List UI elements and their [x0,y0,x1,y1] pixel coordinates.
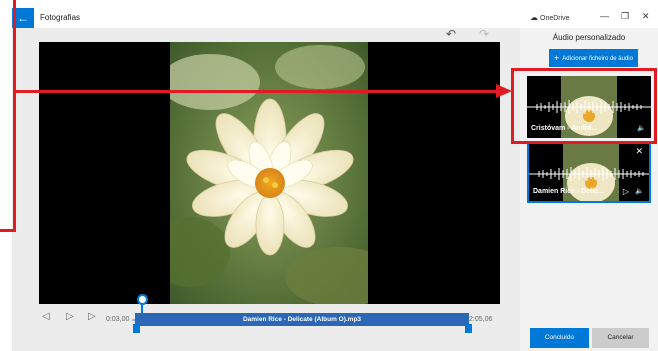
next-frame-icon[interactable]: ▷ [88,311,96,322]
undo-icon[interactable]: ↶ [446,27,456,41]
close-window-icon[interactable]: ✕ [642,11,650,22]
audio-track-tile[interactable]: Cristóvam - Andrá... 🔈 [527,76,651,138]
photos-window: ← Fotografias ↶ ↷ ◁ ▷ ▷ 0:03,00 Damien R… [12,8,658,351]
panel-title-bar: ☁ OneDrive — ❐ ✕ [520,8,658,28]
add-audio-label: Adicionar ficheiro de áudio [562,56,633,62]
volume-icon[interactable]: 🔈 [635,187,644,195]
audio-track-tile-selected[interactable]: ✕ Damien Rice - Delic... ▷ 🔈 [527,141,651,203]
track-name: Damien Rice - Delic... [533,188,604,195]
flower-photo [170,42,368,304]
app-title: Fotografias [40,13,81,22]
end-time: 2:05,06 [469,316,493,323]
video-preview[interactable] [39,42,500,304]
custom-audio-panel: ☁ OneDrive — ❐ ✕ Áudio personalizado + Adi… [520,8,658,351]
annotation-arrow-head [496,84,512,98]
minimize-icon[interactable]: — [600,11,609,21]
cancel-button[interactable]: Cancelar [592,328,649,348]
onedrive-label: OneDrive [540,15,570,22]
arrow-left-icon: ← [17,11,29,25]
audio-clip-bar[interactable]: Damien Rice - Delicate (Album O).mp3 [135,313,469,326]
play-track-icon[interactable]: ▷ [623,187,629,196]
redo-icon[interactable]: ↷ [479,27,489,41]
waveform-icon [529,167,649,181]
track-name: Cristóvam - Andrá... [531,125,598,132]
done-button[interactable]: Concluído [530,328,589,348]
onedrive-button[interactable]: ☁ OneDrive [530,13,570,22]
playhead-handle[interactable] [137,294,148,305]
remove-track-icon[interactable]: ✕ [635,146,643,157]
volume-icon[interactable]: 🔈 [637,124,646,132]
trim-start-handle[interactable] [133,324,140,333]
current-time: 0:03,00 [106,316,130,323]
trim-end-handle[interactable] [465,324,472,333]
play-icon[interactable]: ▷ [66,311,74,322]
waveform-icon [527,100,651,114]
restore-icon[interactable]: ❐ [621,11,629,22]
add-audio-file-button[interactable]: + Adicionar ficheiro de áudio [549,49,638,67]
cloud-icon: ☁ [530,13,538,22]
plus-icon: + [554,53,560,63]
title-bar: ← Fotografias [12,8,520,28]
panel-title: Áudio personalizado [552,33,626,42]
annotation-frame-left [0,0,16,232]
previous-frame-icon[interactable]: ◁ [42,311,50,322]
annotation-arrow-line [14,90,506,93]
